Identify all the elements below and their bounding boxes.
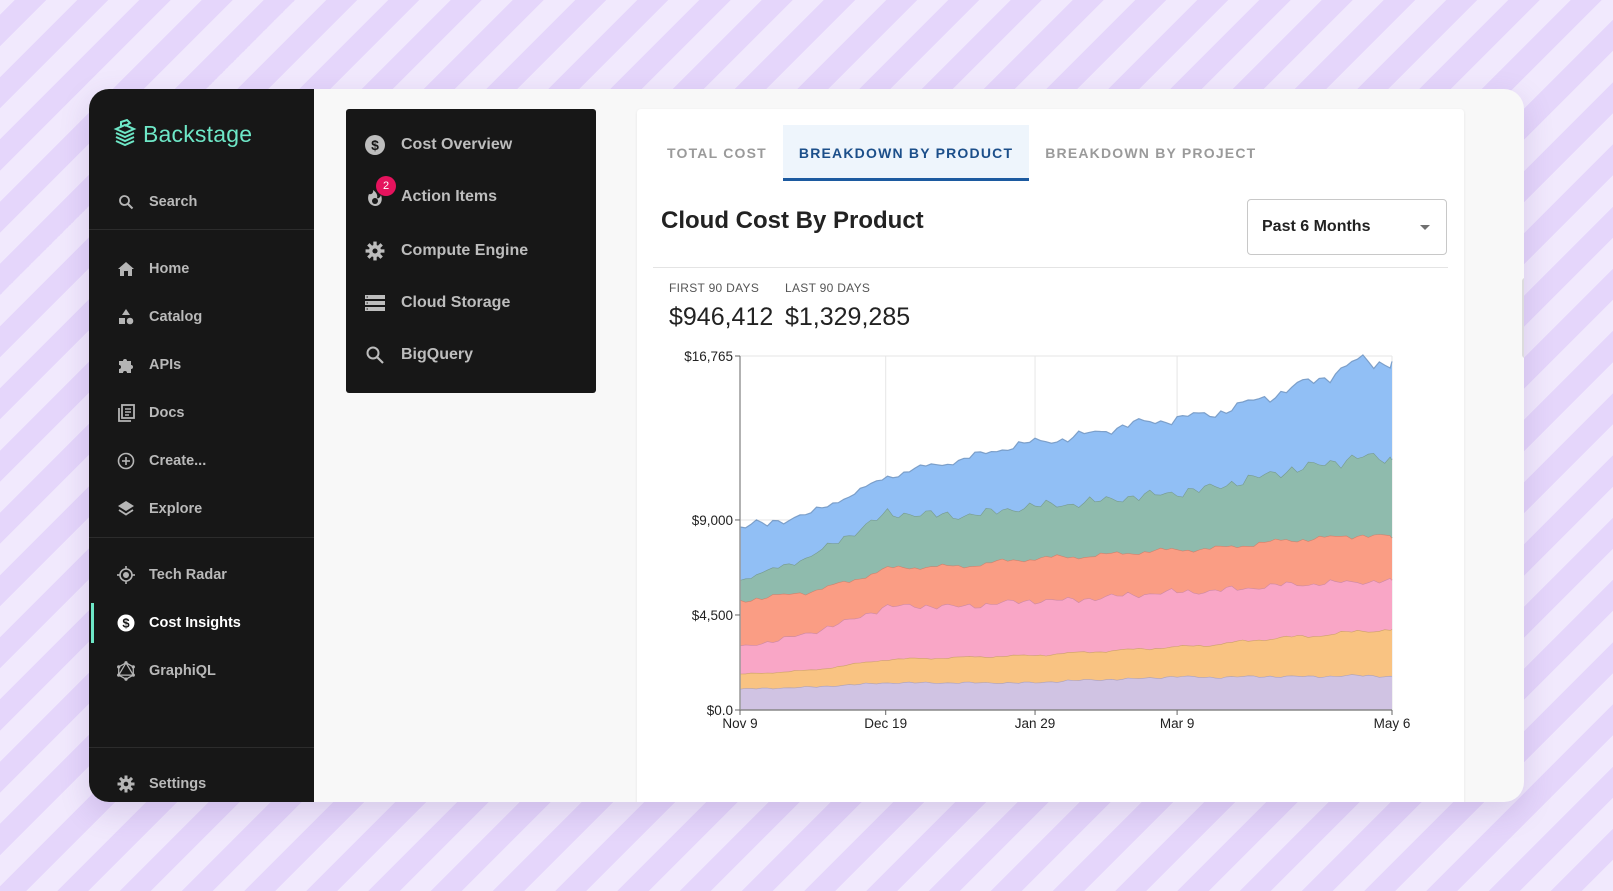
puzzle-icon	[116, 355, 136, 375]
app-name: Backstage	[143, 120, 253, 147]
sidebar: Backstage Search Home Catalog APIs Docs …	[89, 89, 314, 802]
docs-icon	[116, 403, 136, 423]
sidebar-item-docs[interactable]: Docs	[89, 393, 314, 433]
cost-insights-nav: $ Cost Overview 2 Action Items Compute E…	[346, 109, 596, 393]
subnav-item-cloud-storage[interactable]: Cloud Storage	[346, 283, 596, 323]
gear-icon	[364, 240, 386, 262]
subnav-item-cost-overview[interactable]: $ Cost Overview	[346, 125, 596, 165]
cost-breakdown-card: TOTAL COST BREAKDOWN BY PRODUCT BREAKDOW…	[637, 109, 1464, 802]
sidebar-item-graphiql[interactable]: GraphiQL	[89, 651, 314, 691]
sidebar-item-label: Create...	[149, 453, 207, 469]
sidebar-item-catalog[interactable]: Catalog	[89, 297, 314, 337]
svg-text:$: $	[371, 137, 379, 153]
scrollbar[interactable]	[1522, 278, 1524, 358]
stacked-area-chart: $0.0$4,500$9,000$16,765Nov 9 Dec 19 Jan 29…	[684, 349, 1411, 731]
x-tick-label: Dec 19	[864, 716, 907, 731]
sidebar-item-label: Tech Radar	[149, 567, 227, 583]
sidebar-item-label: Catalog	[149, 309, 203, 325]
sidebar-item-label: GraphiQL	[149, 663, 216, 679]
sidebar-item-settings[interactable]: Settings	[89, 764, 314, 802]
subnav-item-label: Cost Overview	[401, 136, 513, 153]
chart-areas	[739, 354, 1393, 710]
backstage-logo-icon	[113, 119, 137, 147]
x-tick-label: Nov 9	[722, 716, 757, 731]
plus-circle-icon	[116, 451, 136, 471]
graphql-icon	[116, 661, 136, 681]
sidebar-item-label: Cost Insights	[149, 615, 241, 631]
y-tick-label: $4,500	[692, 608, 733, 623]
sidebar-divider	[89, 229, 314, 230]
sidebar-divider	[89, 537, 314, 538]
svg-text:$: $	[122, 616, 130, 631]
sidebar-divider	[89, 747, 314, 748]
storage-icon	[364, 292, 386, 314]
subnav-item-label: Action Items	[401, 188, 498, 205]
x-tick-label: Jan 29	[1015, 716, 1056, 731]
sidebar-item-label: Search	[149, 194, 198, 210]
sidebar-item-label: Settings	[149, 776, 207, 792]
dollar-icon: $	[364, 134, 386, 156]
subnav-item-label: BigQuery	[401, 346, 474, 363]
radar-icon	[116, 565, 136, 585]
y-tick-label: $16,765	[684, 349, 733, 364]
sidebar-item-home[interactable]: Home	[89, 249, 314, 289]
sidebar-item-cost-insights[interactable]: $ Cost Insights	[89, 603, 314, 643]
app-window: Backstage Search Home Catalog APIs Docs …	[89, 89, 1524, 802]
sidebar-item-label: APIs	[149, 357, 182, 373]
x-tick-label: May 6	[1374, 716, 1411, 731]
sidebar-item-label: Home	[149, 261, 190, 277]
subnav-item-action-items[interactable]: 2 Action Items	[346, 176, 596, 217]
catalog-icon	[116, 307, 136, 327]
sidebar-item-search[interactable]: Search	[89, 182, 314, 222]
sidebar-item-label: Explore	[149, 501, 203, 517]
action-items-badge: 2	[376, 176, 396, 196]
search-icon	[364, 344, 386, 366]
sidebar-item-create[interactable]: Create...	[89, 441, 314, 481]
y-tick-label: $9,000	[692, 513, 733, 528]
dollar-icon: $	[116, 613, 136, 633]
subnav-item-bigquery[interactable]: BigQuery	[346, 335, 596, 375]
sidebar-item-apis[interactable]: APIs	[89, 345, 314, 385]
search-icon	[116, 192, 136, 212]
sidebar-item-explore[interactable]: Explore	[89, 489, 314, 529]
sidebar-item-label: Docs	[149, 405, 185, 421]
subnav-item-label: Compute Engine	[401, 242, 529, 259]
sidebar-item-tech-radar[interactable]: Tech Radar	[89, 555, 314, 595]
x-tick-label: Mar 9	[1160, 716, 1195, 731]
subnav-item-compute-engine[interactable]: Compute Engine	[346, 231, 596, 271]
layers-icon	[116, 499, 136, 519]
home-icon	[116, 259, 136, 279]
subnav-item-label: Cloud Storage	[401, 294, 511, 311]
backstage-logo[interactable]: Backstage	[113, 119, 252, 149]
gear-icon	[116, 774, 136, 794]
fire-icon: 2	[364, 176, 396, 208]
